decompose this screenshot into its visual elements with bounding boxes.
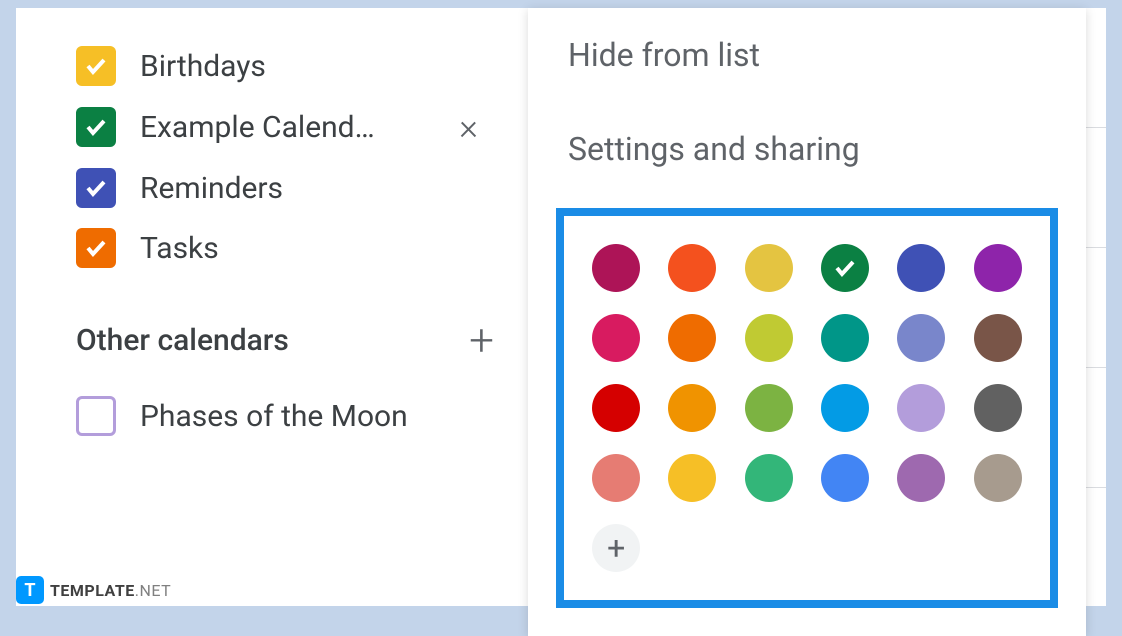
watermark-icon: T bbox=[16, 576, 44, 604]
section-title: Other calendars bbox=[76, 323, 289, 358]
add-custom-color-button[interactable]: + bbox=[592, 524, 640, 572]
calendar-label: Example Calend… bbox=[140, 110, 427, 145]
color-swatch[interactable] bbox=[897, 384, 945, 432]
color-swatch[interactable] bbox=[592, 314, 640, 362]
color-swatch[interactable] bbox=[745, 384, 793, 432]
color-swatch[interactable] bbox=[821, 314, 869, 362]
main-container: BirthdaysExample Calend…×RemindersTasks … bbox=[16, 8, 1106, 606]
color-swatch[interactable] bbox=[668, 454, 716, 502]
calendar-list: Birthdays Example Calend… × Reminders Tasks bbox=[76, 36, 486, 278]
color-swatch[interactable] bbox=[745, 454, 793, 502]
calendar-label: Phases of the Moon bbox=[140, 399, 486, 434]
watermark-text: TEMPLATE.NET bbox=[50, 581, 171, 600]
color-swatch[interactable] bbox=[592, 244, 640, 292]
color-swatch[interactable] bbox=[745, 314, 793, 362]
color-swatch[interactable] bbox=[592, 454, 640, 502]
color-swatch[interactable] bbox=[821, 384, 869, 432]
color-swatch[interactable] bbox=[974, 314, 1022, 362]
calendar-options-popup: Hide from listSettings and sharing + bbox=[528, 8, 1086, 636]
sidebar: BirthdaysExample Calend…×RemindersTasks … bbox=[16, 8, 526, 606]
color-swatch[interactable] bbox=[592, 384, 640, 432]
calendar-item[interactable]: Example Calend… × bbox=[76, 96, 486, 158]
other-calendar-list: Phases of the Moon bbox=[76, 386, 486, 446]
calendar-item[interactable]: Reminders bbox=[76, 158, 486, 218]
color-swatch[interactable] bbox=[821, 244, 869, 292]
watermark: T TEMPLATE.NET bbox=[16, 576, 171, 604]
calendar-item[interactable]: Birthdays bbox=[76, 36, 486, 96]
color-swatch[interactable] bbox=[668, 244, 716, 292]
calendar-label: Reminders bbox=[140, 171, 486, 206]
calendar-checkbox[interactable] bbox=[76, 228, 116, 268]
calendar-label: Birthdays bbox=[140, 49, 486, 84]
color-swatch[interactable] bbox=[668, 384, 716, 432]
color-picker-section: + bbox=[556, 208, 1058, 608]
color-swatch[interactable] bbox=[821, 454, 869, 502]
calendar-label: Tasks bbox=[140, 231, 486, 266]
calendar-item[interactable]: Tasks bbox=[76, 218, 486, 278]
calendar-checkbox[interactable] bbox=[76, 168, 116, 208]
color-swatch[interactable] bbox=[897, 314, 945, 362]
close-icon[interactable]: × bbox=[451, 106, 486, 148]
color-swatch[interactable] bbox=[897, 244, 945, 292]
color-swatch[interactable] bbox=[974, 384, 1022, 432]
add-calendar-button[interactable]: + bbox=[469, 314, 494, 366]
menu-item[interactable]: Settings and sharing bbox=[528, 102, 1086, 196]
color-swatch[interactable] bbox=[974, 244, 1022, 292]
calendar-checkbox[interactable] bbox=[76, 107, 116, 147]
calendar-item[interactable]: Phases of the Moon bbox=[76, 386, 486, 446]
calendar-checkbox[interactable] bbox=[76, 396, 116, 436]
menu-item[interactable]: Hide from list bbox=[528, 8, 1086, 102]
color-swatch[interactable] bbox=[897, 454, 945, 502]
color-grid: + bbox=[592, 244, 1022, 572]
color-swatch[interactable] bbox=[668, 314, 716, 362]
calendar-checkbox[interactable] bbox=[76, 46, 116, 86]
color-swatch[interactable] bbox=[974, 454, 1022, 502]
color-swatch[interactable] bbox=[745, 244, 793, 292]
other-calendars-header: Other calendars + bbox=[76, 314, 486, 366]
menu-list: Hide from listSettings and sharing bbox=[528, 8, 1086, 196]
